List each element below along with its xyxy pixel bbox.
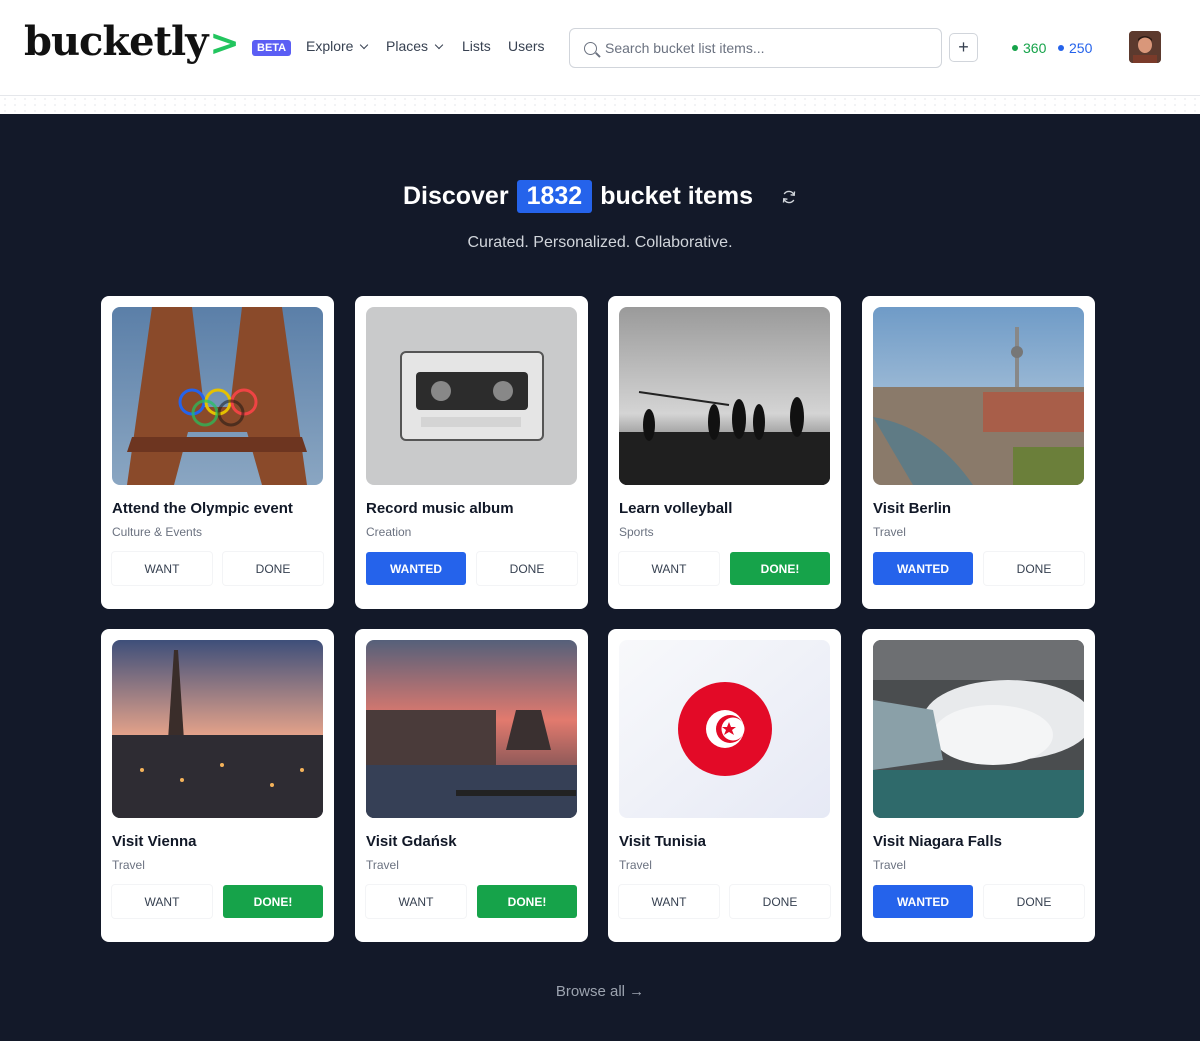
chevron-down-icon: [360, 40, 369, 49]
item-count-badge: 1832: [516, 180, 593, 213]
want-button[interactable]: WANT: [112, 885, 212, 918]
card-title[interactable]: Visit Gdańsk: [366, 833, 457, 850]
want-button[interactable]: WANT: [112, 552, 212, 585]
browse-all-link[interactable]: Browse all →: [0, 983, 1200, 1000]
green-points-stat[interactable]: 360: [1012, 40, 1046, 56]
hero-title: Discover 1832 bucket items: [0, 180, 1200, 213]
card-title[interactable]: Learn volleyball: [619, 500, 732, 517]
blue-points-value: 250: [1069, 40, 1093, 56]
nav-lists[interactable]: Lists: [462, 38, 491, 54]
bucket-item-card[interactable]: Visit Gdańsk Travel WANT DONE!: [355, 629, 588, 942]
nav-places[interactable]: Places: [386, 38, 444, 54]
top-nav-bar: bucketly > BETA Explore Places Lists User…: [0, 0, 1200, 96]
done-button[interactable]: DONE: [984, 552, 1084, 585]
search-box: [569, 28, 942, 68]
want-button[interactable]: WANT: [366, 885, 466, 918]
nav-lists-label: Lists: [462, 38, 491, 54]
logo-text: bucketly: [24, 18, 208, 65]
done-button[interactable]: DONE: [730, 885, 830, 918]
card-category: Travel: [619, 858, 652, 872]
done-button[interactable]: DONE!: [477, 885, 577, 918]
user-avatar[interactable]: [1129, 31, 1161, 63]
bucket-item-card[interactable]: Visit Niagara Falls Travel WANTED DONE: [862, 629, 1095, 942]
done-button[interactable]: DONE: [223, 552, 323, 585]
blue-dot-icon: [1058, 45, 1064, 51]
card-category: Travel: [873, 858, 906, 872]
bucket-item-card[interactable]: Visit Vienna Travel WANT DONE!: [101, 629, 334, 942]
done-button[interactable]: DONE!: [223, 885, 323, 918]
nav-users[interactable]: Users: [508, 38, 545, 54]
card-category: Travel: [366, 858, 399, 872]
card-title[interactable]: Record music album: [366, 500, 514, 517]
nav-explore-label: Explore: [306, 38, 354, 54]
want-button[interactable]: WANT: [619, 885, 719, 918]
card-category: Sports: [619, 525, 654, 539]
card-image: [366, 640, 577, 818]
avatar-icon: [1129, 31, 1161, 63]
beta-badge: BETA: [252, 40, 292, 56]
chevron-down-icon: [434, 40, 444, 49]
card-category: Culture & Events: [112, 525, 203, 539]
hero-title-suffix: bucket items: [600, 182, 754, 210]
hero-title-prefix: Discover: [402, 182, 509, 210]
want-button[interactable]: WANTED: [873, 885, 973, 918]
card-title[interactable]: Attend the Olympic event: [112, 500, 293, 517]
card-image: [619, 640, 830, 818]
green-points-value: 360: [1023, 40, 1047, 56]
search-icon: [584, 41, 597, 55]
header-divider: [0, 96, 1200, 114]
want-button[interactable]: WANTED: [366, 552, 466, 585]
blue-points-stat[interactable]: 250: [1058, 40, 1092, 56]
done-button[interactable]: DONE: [984, 885, 1084, 918]
want-button[interactable]: WANTED: [873, 552, 973, 585]
card-image: [112, 640, 323, 818]
nav-places-label: Places: [386, 38, 429, 54]
search-input[interactable]: [605, 40, 925, 56]
bucket-item-card[interactable]: Visit Tunisia Travel WANT DONE: [608, 629, 841, 942]
card-category: Travel: [873, 525, 906, 539]
done-button[interactable]: DONE: [477, 552, 577, 585]
refresh-icon[interactable]: [781, 189, 797, 205]
nav-users-label: Users: [508, 38, 545, 54]
card-category: Travel: [112, 858, 145, 872]
card-image: [873, 640, 1084, 818]
want-button[interactable]: WANT: [619, 552, 719, 585]
card-title[interactable]: Visit Tunisia: [619, 833, 706, 850]
card-image: [619, 307, 830, 485]
green-dot-icon: [1012, 45, 1018, 51]
logo[interactable]: bucketly >: [24, 18, 240, 65]
card-image: [366, 307, 577, 485]
bucket-item-card[interactable]: Learn volleyball Sports WANT DONE!: [608, 296, 841, 609]
done-button[interactable]: DONE!: [730, 552, 830, 585]
card-image: [873, 307, 1084, 485]
add-item-button[interactable]: +: [949, 33, 978, 62]
bucket-item-card[interactable]: Record music album Creation WANTED DONE: [355, 296, 588, 609]
hero-subtitle: Curated. Personalized. Collaborative.: [467, 234, 733, 251]
card-image: [112, 307, 323, 485]
bucket-item-card[interactable]: Attend the Olympic event Culture & Event…: [101, 296, 334, 609]
card-category: Creation: [366, 525, 412, 539]
logo-arrow: >: [209, 23, 239, 64]
bucket-item-card[interactable]: Visit Berlin Travel WANTED DONE: [862, 296, 1095, 609]
card-title[interactable]: Visit Vienna: [112, 833, 197, 850]
card-title[interactable]: Visit Niagara Falls: [873, 833, 1002, 850]
card-title[interactable]: Visit Berlin: [873, 500, 951, 517]
nav-explore[interactable]: Explore: [306, 38, 369, 54]
